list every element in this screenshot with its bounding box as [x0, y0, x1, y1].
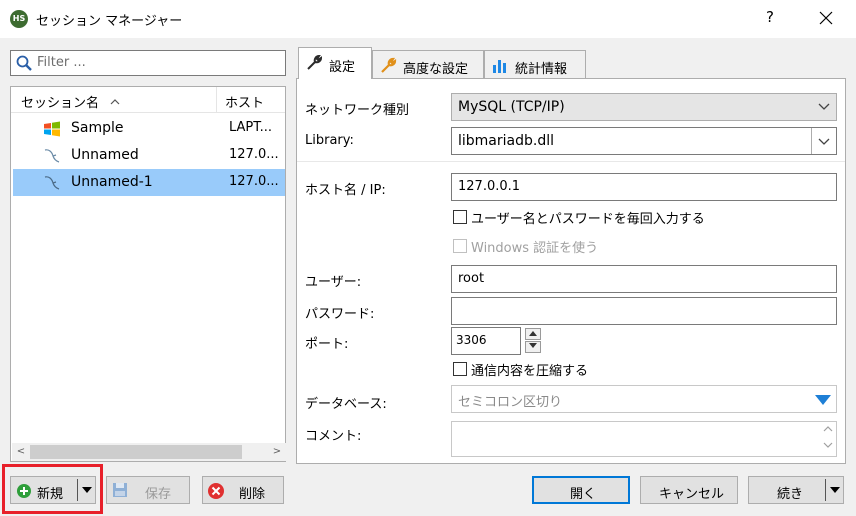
windows-auth-checkbox[interactable] [453, 239, 467, 253]
settings-panel: ネットワーク種別 MySQL (TCP/IP) Library: libmari… [296, 78, 846, 464]
heidisql-app-icon: HS [10, 10, 28, 28]
window-title: セッション マネージャー [36, 14, 183, 29]
session-name: Sample [71, 120, 124, 136]
scroll-up-icon[interactable] [823, 425, 833, 433]
windows-logo-icon [44, 121, 60, 137]
scroll-thumb[interactable] [30, 445, 242, 459]
title-bar: HS セッション マネージャー ? [0, 0, 856, 38]
tab-label: 高度な設定 [403, 62, 469, 77]
scroll-right-button[interactable]: > [270, 445, 284, 459]
save-button[interactable]: 保存 [106, 476, 190, 504]
column-header-session-name[interactable]: セッション名 [11, 87, 217, 113]
password-input[interactable] [451, 297, 837, 325]
user-input[interactable]: root [451, 265, 837, 293]
triangle-down-icon [529, 343, 537, 348]
split-divider [77, 479, 78, 501]
databases-input[interactable]: セミコロン区切り [451, 385, 837, 413]
chevron-down-icon [818, 138, 830, 145]
tab-settings[interactable]: 設定 [298, 47, 372, 79]
new-button[interactable]: 新規 [10, 476, 96, 504]
port-label: ポート: [305, 337, 349, 352]
compressed-checkbox[interactable] [453, 362, 467, 376]
floppy-disk-icon [113, 483, 127, 497]
list-header: セッション名 ホスト [11, 87, 285, 113]
session-name: Unnamed [71, 147, 139, 163]
scroll-left-button[interactable]: < [14, 445, 28, 459]
dropdown-arrow-icon[interactable] [814, 394, 832, 406]
databases-placeholder: セミコロン区切り [458, 395, 563, 410]
open-button[interactable]: 開く [532, 476, 630, 504]
library-select[interactable]: libmariadb.dll [451, 127, 837, 155]
network-type-value: MySQL (TCP/IP) [458, 99, 565, 115]
password-label: パスワード: [305, 307, 375, 322]
save-button-label: 保存 [145, 487, 172, 502]
tab-statistics[interactable]: 統計情報 [484, 50, 586, 78]
library-value: libmariadb.dll [458, 133, 554, 149]
host-input[interactable]: 127.0.0.1 [451, 173, 837, 201]
wrench-orange-icon [381, 57, 397, 73]
prompt-login-checkbox[interactable] [453, 210, 467, 224]
network-type-label: ネットワーク種別 [305, 103, 410, 118]
more-button[interactable]: 続き [748, 476, 844, 504]
wrench-icon [307, 54, 323, 70]
filter-input[interactable]: Filter ... [10, 50, 286, 76]
dropdown-triangle-icon[interactable] [829, 485, 841, 495]
delete-x-circle-icon [208, 483, 224, 499]
session-host: LAPT... [229, 120, 273, 135]
library-label: Library: [305, 133, 354, 148]
user-value: root [458, 271, 485, 286]
sort-ascending-icon [110, 99, 120, 105]
bar-chart-icon [493, 60, 506, 73]
port-input[interactable]: 3306 [451, 327, 521, 355]
network-type-select[interactable]: MySQL (TCP/IP) [451, 93, 837, 121]
scroll-down-icon[interactable] [823, 441, 833, 449]
plus-circle-icon [17, 484, 31, 498]
help-button[interactable]: ? [758, 8, 782, 30]
horizontal-scrollbar[interactable]: < > [12, 443, 286, 461]
delete-button-label: 削除 [239, 487, 266, 502]
triangle-up-icon [529, 331, 537, 336]
cancel-button-label: キャンセル [659, 487, 725, 502]
session-row-sample[interactable]: Sample LAPT... [13, 115, 285, 142]
session-row-unnamed[interactable]: Unnamed 127.0... [13, 142, 285, 169]
column-label: セッション名 [21, 96, 100, 111]
port-increment-button[interactable] [525, 328, 541, 340]
tab-label: 設定 [329, 60, 356, 75]
session-name: Unnamed-1 [71, 174, 153, 190]
port-decrement-button[interactable] [525, 341, 541, 353]
port-value: 3306 [456, 333, 487, 347]
column-header-host[interactable]: ホスト [217, 87, 285, 113]
prompt-login-label: ユーザー名とパスワードを毎回入力する [471, 212, 705, 227]
open-button-label: 開く [570, 487, 597, 502]
compressed-label: 通信内容を圧縮する [471, 364, 589, 379]
search-icon [16, 55, 32, 71]
chevron-down-icon [818, 103, 830, 110]
new-button-label: 新規 [37, 487, 64, 502]
session-tree[interactable]: セッション名 ホスト Sample LAPT... Unnamed 127.0.… [10, 86, 286, 462]
user-label: ユーザー: [305, 275, 362, 290]
library-dropdown-button[interactable] [811, 128, 836, 154]
tab-advanced[interactable]: 高度な設定 [372, 50, 484, 78]
session-host: 127.0... [229, 174, 279, 189]
comment-textarea[interactable] [451, 421, 837, 457]
session-row-unnamed-1[interactable]: Unnamed-1 127.0... [13, 169, 285, 196]
tab-label: 統計情報 [515, 62, 568, 77]
databases-label: データベース: [305, 397, 387, 412]
mysql-dolphin-icon [44, 149, 60, 163]
mysql-dolphin-icon [44, 176, 60, 190]
host-label: ホスト名 / IP: [305, 183, 386, 198]
split-divider [825, 479, 826, 501]
cancel-button[interactable]: キャンセル [640, 476, 738, 504]
comment-label: コメント: [305, 429, 362, 444]
windows-auth-label: Windows 認証を使う [471, 241, 599, 256]
filter-placeholder: Filter ... [37, 55, 86, 70]
close-icon [819, 11, 833, 25]
more-button-label: 続き [777, 487, 804, 502]
close-button[interactable] [812, 4, 840, 32]
host-value: 127.0.0.1 [458, 179, 521, 194]
dropdown-triangle-icon[interactable] [81, 485, 93, 495]
delete-button[interactable]: 削除 [202, 476, 284, 504]
session-host: 127.0... [229, 147, 279, 162]
divider [297, 161, 845, 162]
